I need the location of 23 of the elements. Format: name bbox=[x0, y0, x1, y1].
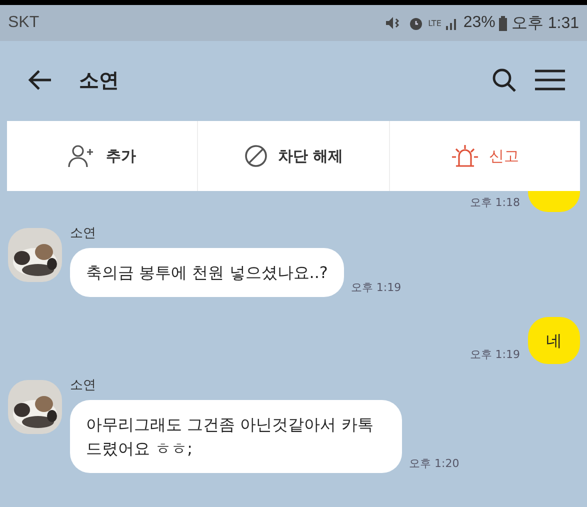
menu-icon[interactable] bbox=[535, 69, 565, 91]
sender-name: 소연 bbox=[70, 377, 97, 394]
message-time: 오후 1:19 bbox=[470, 347, 520, 362]
sender-name: 소연 bbox=[70, 225, 97, 242]
message-time: 오후 1:20 bbox=[409, 456, 460, 471]
siren-icon bbox=[450, 144, 479, 168]
message-bubble: 축의금 봉투에 천원 넣으셨나요..? bbox=[70, 248, 344, 298]
battery-icon bbox=[499, 16, 508, 30]
block-icon bbox=[244, 144, 268, 168]
action-button[interactable]: 추가 bbox=[7, 121, 198, 191]
clock: 오후 1:31 bbox=[511, 14, 579, 34]
search-icon[interactable] bbox=[491, 67, 517, 93]
action-button[interactable]: 차단 해제 bbox=[197, 121, 389, 191]
network-label: LTE bbox=[428, 18, 442, 28]
alarm-icon bbox=[408, 15, 424, 31]
message-bubble: 아무리그래도 그건좀 아닌것같아서 카톡 드렸어요 ㅎㅎ; bbox=[70, 400, 402, 473]
message-time: 오후 1:18 bbox=[470, 195, 520, 210]
back-arrow-icon[interactable] bbox=[27, 69, 53, 91]
chat-title: 소연 bbox=[79, 66, 120, 94]
message-time: 오후 1:19 bbox=[350, 280, 402, 296]
message-bubble: 네 bbox=[528, 317, 580, 364]
battery-percent: 23% bbox=[463, 14, 496, 32]
carrier-label: SKT bbox=[8, 14, 40, 32]
